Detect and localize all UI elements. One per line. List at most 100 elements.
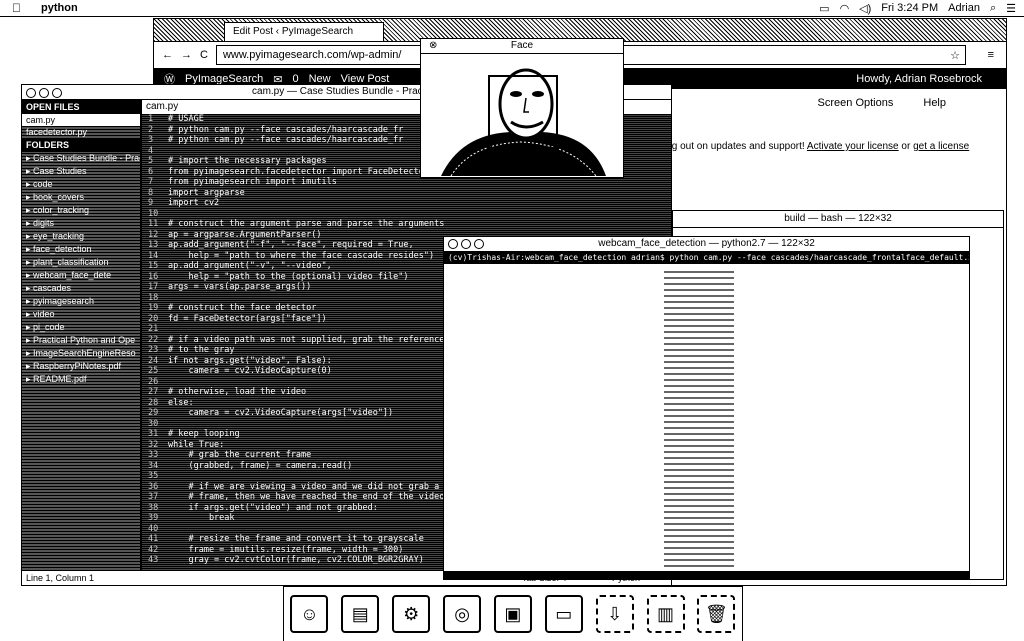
open-file-item[interactable]: facedetector.py <box>22 126 140 138</box>
line-number: 31 <box>148 429 159 439</box>
code-text: ap = argparse.ArgumentParser() <box>168 229 322 240</box>
folders-header: FOLDERS <box>22 138 140 152</box>
open-file-item[interactable]: cam.py <box>22 114 140 126</box>
forward-icon[interactable]: → <box>181 49 192 61</box>
screen-options-button[interactable]: Screen Options <box>818 97 894 109</box>
browser-tab[interactable]: Edit Post ‹ PyImageSearch <box>224 22 384 41</box>
face-titlebar[interactable]: ⊗ Face <box>421 39 623 54</box>
screen-options-bar: Screen Options Help <box>818 97 946 109</box>
menu-icon[interactable]: ☰ <box>1006 2 1016 15</box>
license-notice: ssing out on updates and support! Activa… <box>654 141 969 152</box>
folder-item[interactable]: ▸ Practical Python and Ope <box>22 334 140 347</box>
documents-icon[interactable]: ▥ <box>646 595 685 633</box>
clock[interactable]: Fri 3:24 PM <box>881 2 938 14</box>
folder-item[interactable]: ▸ face_detection <box>22 243 140 256</box>
folder-item[interactable]: ▸ README.pdf <box>22 373 140 386</box>
downloads-icon[interactable]: ⇩ <box>595 595 634 633</box>
terminal-icon[interactable]: ▭ <box>544 595 583 633</box>
activate-license-link[interactable]: Activate your license <box>807 141 899 152</box>
volume-icon[interactable]: ◁) <box>859 2 871 15</box>
close-button[interactable] <box>448 239 458 249</box>
line-number: 24 <box>148 355 159 366</box>
search-icon[interactable]: ⌕ <box>990 2 996 15</box>
code-line[interactable]: 8 import argparse <box>148 188 671 199</box>
menubar:  python ▭ ◠ ◁) Fri 3:24 PM Adrian ⌕ ☰ <box>0 0 1024 17</box>
code-text: # grab the current frame <box>168 450 312 460</box>
folder-item[interactable]: ▸ Case Studies <box>22 165 140 178</box>
folder-item[interactable]: ▸ RaspberryPiNotes.pdf <box>22 360 140 373</box>
code-text: import cv2 <box>168 198 220 208</box>
wp-howdy[interactable]: Howdy, Adrian Rosebrock <box>856 73 982 85</box>
line-number: 43 <box>148 555 159 565</box>
line-number: 35 <box>148 471 159 481</box>
user-name[interactable]: Adrian <box>948 2 980 14</box>
open-files-header: OPEN FILES <box>22 100 140 114</box>
finder-icon[interactable]: ☺ <box>290 595 329 633</box>
line-number: 27 <box>148 387 159 397</box>
line-number: 2 <box>148 124 154 135</box>
line-number: 4 <box>148 145 154 156</box>
zoom-button[interactable] <box>52 88 62 98</box>
terminal-back-titlebar[interactable]: build — bash — 122×32 <box>673 211 1003 228</box>
line-number: 25 <box>148 366 159 376</box>
star-icon[interactable]: ☆ <box>950 49 960 62</box>
terminal-back-title: build — bash — 122×32 <box>784 213 892 224</box>
get-license-link[interactable]: get a license <box>913 141 969 152</box>
folder-item[interactable]: ▸ video <box>22 308 140 321</box>
folder-item[interactable]: ▸ Case Studies Bundle - Prac <box>22 152 140 165</box>
back-icon[interactable]: ← <box>162 49 173 61</box>
sublime-icon[interactable]: ▤ <box>341 595 380 633</box>
line-number: 30 <box>148 418 159 429</box>
app-name[interactable]: python <box>41 2 78 14</box>
folder-item[interactable]: ▸ pi_code <box>22 321 140 334</box>
close-icon[interactable]: ⊗ <box>429 39 437 53</box>
reload-icon[interactable]: C <box>200 49 208 61</box>
folder-item[interactable]: ▸ webcam_face_dete <box>22 269 140 282</box>
code-line[interactable]: 11 # construct the argument parse and par… <box>148 219 671 230</box>
folder-item[interactable]: ▸ ImageSearchEngineReso <box>22 347 140 360</box>
apple-icon[interactable]:  <box>12 1 21 15</box>
line-number: 9 <box>148 198 154 208</box>
line-number: 32 <box>148 439 159 450</box>
terminal-command-line[interactable]: (cv)Trishas-Air:webcam_face_detection ad… <box>444 252 969 264</box>
trash-icon[interactable]: 🗑 <box>697 595 736 633</box>
help-button[interactable]: Help <box>923 97 946 109</box>
minimize-button[interactable] <box>461 239 471 249</box>
line-number: 38 <box>148 502 159 513</box>
minimize-button[interactable] <box>39 88 49 98</box>
close-button[interactable] <box>26 88 36 98</box>
code-line[interactable]: 10 <box>148 209 671 220</box>
menu-icon[interactable]: ≡ <box>988 49 994 61</box>
folder-item[interactable]: ▸ eye_tracking <box>22 230 140 243</box>
webcam-frame <box>421 54 621 177</box>
display-icon[interactable]: ▭ <box>819 2 829 15</box>
code-text: # construct the face detector <box>168 303 317 313</box>
wifi-icon[interactable]: ◠ <box>840 2 850 15</box>
line-number: 16 <box>148 271 159 282</box>
line-number: 14 <box>148 250 159 261</box>
line-number: 7 <box>148 177 154 187</box>
folder-item[interactable]: ▸ pyimagesearch <box>22 295 140 308</box>
folder-item[interactable]: ▸ color_tracking <box>22 204 140 217</box>
code-text: # USAGE <box>168 114 204 124</box>
folder-item[interactable]: ▸ cascades <box>22 282 140 295</box>
code-line[interactable]: 9 import cv2 <box>148 198 671 209</box>
folder-item[interactable]: ▸ plant_classification <box>22 256 140 269</box>
terminal-titlebar[interactable]: webcam_face_detection — python2.7 — 122×… <box>444 237 969 252</box>
line-number: 19 <box>148 303 159 313</box>
system-preferences-icon[interactable]: ⚙ <box>392 595 431 633</box>
code-text: help = "path to where the face cascade r… <box>168 250 435 261</box>
folder-item[interactable]: ▸ code <box>22 178 140 191</box>
code-text: (grabbed, frame) = camera.read() <box>168 460 353 471</box>
folder-item[interactable]: ▸ book_covers <box>22 191 140 204</box>
preview-icon[interactable]: ▣ <box>493 595 532 633</box>
line-number: 12 <box>148 229 159 240</box>
notice-text: ssing out on updates and support! <box>654 141 805 152</box>
code-text: break <box>168 513 235 523</box>
browser-tab-label: Edit Post ‹ PyImageSearch <box>233 26 354 37</box>
chrome-icon[interactable]: ◎ <box>443 595 482 633</box>
line-number: 40 <box>148 523 159 534</box>
zoom-button[interactable] <box>474 239 484 249</box>
folder-item[interactable]: ▸ digits <box>22 217 140 230</box>
code-text: # construct the argument parse and parse… <box>168 219 445 229</box>
